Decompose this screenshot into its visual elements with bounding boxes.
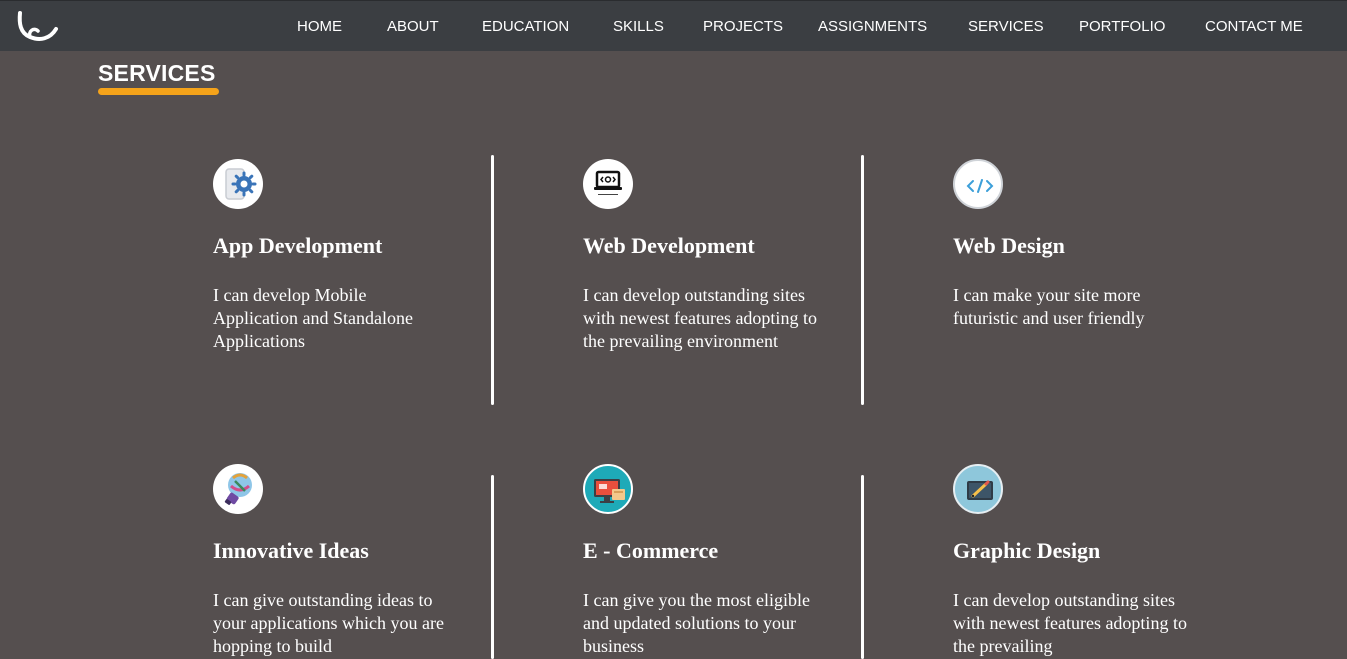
logo-icon[interactable] <box>14 9 60 45</box>
design-tablet-icon <box>953 464 1003 514</box>
lightbulb-icon <box>213 464 263 514</box>
service-title: App Development <box>213 233 383 258</box>
nav-about[interactable]: ABOUT <box>387 18 439 35</box>
service-description: I can develop Mobile Application and Sta… <box>213 285 413 351</box>
divider <box>491 475 494 659</box>
nav-portfolio[interactable]: PORTFOLIO <box>1079 18 1165 35</box>
nav-skills[interactable]: SKILLS <box>613 18 664 35</box>
service-description: I can give you the most eligible and upd… <box>583 590 810 656</box>
nav-home[interactable]: HOME <box>297 18 342 35</box>
laptop-code-icon <box>583 159 633 209</box>
service-title: E - Commerce <box>583 538 719 563</box>
nav-contact-me[interactable]: CONTACT ME <box>1205 18 1303 35</box>
service-title: Graphic Design <box>953 538 1101 563</box>
service-title: Innovative Ideas <box>213 538 369 563</box>
divider <box>491 155 494 405</box>
mobile-gear-icon <box>213 159 263 209</box>
ecommerce-screen-icon <box>583 464 633 514</box>
title-underline <box>98 88 219 95</box>
service-title: Web Design <box>953 233 1065 258</box>
nav-assignments[interactable]: ASSIGNMENTS <box>818 18 927 35</box>
service-description: I can develop outstanding sites with new… <box>953 590 1187 656</box>
code-tag-icon <box>953 159 1003 209</box>
service-title: Web Development <box>583 233 755 258</box>
nav-services[interactable]: SERVICES <box>968 18 1044 35</box>
service-description: I can make your site more futuristic and… <box>953 285 1145 328</box>
service-description: I can give outstanding ideas to your app… <box>213 590 444 656</box>
navbar: HOME ABOUT EDUCATION SKILLS PROJECTS ASS… <box>0 0 1347 51</box>
nav-projects[interactable]: PROJECTS <box>703 18 783 35</box>
divider <box>861 155 864 405</box>
divider <box>861 475 864 659</box>
nav-education[interactable]: EDUCATION <box>482 18 569 35</box>
service-description: I can develop outstanding sites with new… <box>583 285 817 351</box>
section-title: SERVICES <box>98 60 216 86</box>
